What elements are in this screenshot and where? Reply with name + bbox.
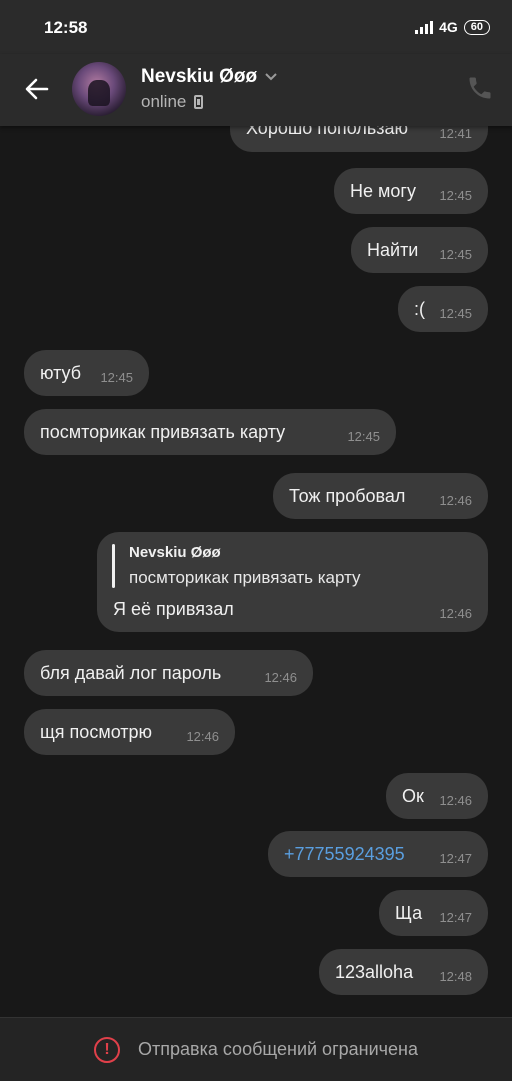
message-time: 12:46 [439, 606, 472, 621]
message-text: посмторикак привязать карту [40, 422, 286, 442]
message-time: 12:47 [439, 910, 472, 925]
message-text: щя посмотрю [40, 722, 153, 742]
messaging-restricted-banner: ! Отправка сообщений ограничена [0, 1017, 512, 1081]
message-time: 12:46 [439, 493, 472, 508]
status-time: 12:58 [44, 18, 88, 37]
message-text: 123alloha [335, 962, 414, 982]
message-time: 12:41 [439, 126, 472, 141]
signal-icon [415, 20, 434, 34]
message-bubble[interactable]: :( 12:45 [398, 286, 488, 332]
status-bar: 12:58 4G 60 [0, 0, 512, 54]
message-time: 12:45 [439, 306, 472, 321]
message-text: Найти [367, 240, 419, 260]
message-time: 12:46 [264, 670, 297, 685]
battery-icon: 60 [463, 19, 490, 35]
message-bubble[interactable]: посмторикак привязать карту 12:45 [24, 409, 396, 455]
message-time: 12:45 [100, 370, 133, 385]
message-bubble[interactable]: Найти 12:45 [351, 227, 488, 273]
message-text: Ок [402, 786, 424, 806]
alert-icon: ! [94, 1036, 120, 1063]
restriction-text: Отправка сообщений ограничена [138, 1039, 418, 1059]
reply-message-bubble[interactable]: Nevskiu Øøø посмторикак привязать карту … [97, 532, 488, 632]
message-text: Ща [395, 903, 423, 923]
message-bubble[interactable]: Тож пробовал 12:46 [273, 473, 488, 519]
message-text: :( [414, 299, 425, 319]
avatar[interactable] [72, 62, 126, 116]
message-text: бля давай лог пароль [40, 663, 222, 683]
message-bubble[interactable]: Ок 12:46 [386, 773, 488, 819]
mobile-icon [194, 95, 204, 109]
message-text: ютуб [40, 363, 82, 383]
message-bubble[interactable]: Не могу 12:45 [334, 168, 488, 214]
chevron-down-icon[interactable] [265, 73, 277, 81]
message-time: 12:47 [439, 851, 472, 866]
reply-author: Nevskiu Øøø [129, 544, 221, 561]
status-indicators: 4G 60 [415, 19, 490, 35]
message-text: Я её привязал [113, 599, 234, 619]
message-time: 12:46 [439, 793, 472, 808]
message-time: 12:45 [347, 429, 380, 444]
phone-call-icon[interactable] [466, 74, 494, 102]
message-bubble[interactable]: +77755924395 12:47 [268, 831, 488, 877]
message-bubble[interactable]: бля давай лог пароль 12:46 [24, 650, 313, 696]
contact-name-label: Nevskiu Øøø [141, 66, 258, 87]
message-time: 12:45 [439, 188, 472, 203]
message-time: 12:46 [186, 729, 219, 744]
message-time: 12:45 [439, 247, 472, 262]
contact-name[interactable]: Nevskiu Øøø [141, 66, 277, 88]
message-bubble[interactable]: ютуб 12:45 [24, 350, 149, 396]
reply-bar [112, 544, 115, 588]
message-bubble[interactable]: 123alloha 12:48 [319, 949, 488, 995]
network-type: 4G [439, 19, 458, 35]
message-text: Не могу [350, 181, 416, 201]
message-time: 12:48 [439, 969, 472, 984]
reply-quote: посмторикак привязать карту [129, 568, 361, 587]
phone-number-link[interactable]: +77755924395 [284, 844, 405, 865]
message-text: Тож пробовал [289, 486, 406, 506]
message-bubble[interactable]: щя посмотрю 12:46 [24, 709, 235, 755]
back-arrow-icon[interactable] [22, 74, 52, 104]
contact-status: online [141, 92, 204, 112]
message-bubble[interactable]: Ща 12:47 [379, 890, 488, 936]
chat-header: Nevskiu Øøø online [0, 54, 512, 126]
status-text: online [141, 92, 187, 111]
